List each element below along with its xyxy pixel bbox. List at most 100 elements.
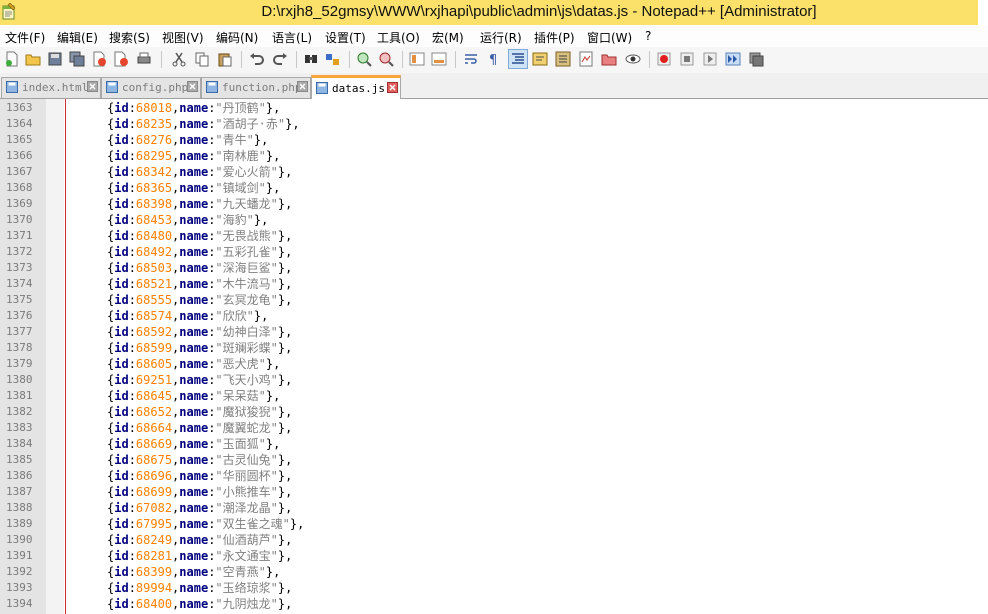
sync-vertical-icon[interactable] [408,50,426,68]
property-key: id [114,229,129,243]
code-text: {id:67995,name:"双生雀之魂"}, [107,516,304,532]
close-icon[interactable] [90,50,108,68]
menu-view[interactable]: 视图(V) [162,29,204,46]
tab-close-icon[interactable] [187,81,198,92]
code-line: 1382 {id:68652,name:"魔狱狻猊"}, [0,404,988,420]
string-quote: " [215,501,223,515]
menu-window[interactable]: 窗口(W) [587,29,632,46]
tab-datas-js[interactable]: datas.js [311,75,401,101]
id-value: 68480 [135,229,173,243]
id-value: 68398 [135,197,173,211]
code-punct: : [128,117,136,131]
redo-icon[interactable] [271,50,289,68]
menu-plugins[interactable]: 插件(P) [534,29,575,46]
menu-tools[interactable]: 工具(O) [377,29,420,46]
string-quote: " [246,213,254,227]
id-value: 68699 [135,485,173,499]
property-key: name [179,181,209,195]
code-text: {id:68592,name:"幼神白泽"}, [107,324,292,340]
menu-search[interactable]: 搜索(S) [109,29,150,46]
cut-icon[interactable] [170,50,188,68]
show-all-chars-icon[interactable]: ¶ [485,50,503,68]
paste-icon[interactable] [216,50,234,68]
function-list-icon[interactable] [554,50,572,68]
property-key: name [179,485,209,499]
indent-guide-icon[interactable] [508,49,528,69]
code-punct: }, [277,261,293,275]
print-icon[interactable] [135,50,153,68]
save-all-icon[interactable] [68,50,86,68]
line-number: 1376 [6,309,33,322]
property-key: id [114,117,129,131]
tab-close-icon[interactable] [387,82,398,93]
record-macro-icon[interactable] [655,50,673,68]
line-number: 1391 [6,549,33,562]
document-map-icon[interactable] [577,50,595,68]
id-value: 68664 [135,421,173,435]
property-key: name [179,133,209,147]
sync-horizontal-icon[interactable] [430,50,448,68]
stop-macro-icon[interactable] [678,50,696,68]
property-key: id [114,165,129,179]
name-value: 小熊推车 [222,485,271,499]
find-icon[interactable] [302,50,320,68]
menu-file[interactable]: 文件(F) [5,29,45,46]
tab-close-icon[interactable] [87,81,98,92]
undo-icon[interactable] [248,50,266,68]
menu-run[interactable]: 运行(R) [480,29,522,46]
replace-icon[interactable] [324,50,342,68]
code-text: {id:68492,name:"五彩孔雀"}, [107,244,292,260]
folder-workspace-icon[interactable] [600,50,618,68]
zoom-in-icon[interactable] [355,50,373,68]
code-punct: : [128,229,136,243]
property-key: id [114,453,129,467]
line-number: 1375 [6,293,33,306]
id-value: 89994 [135,581,173,595]
close-all-icon[interactable] [112,50,130,68]
code-punct: }, [277,453,293,467]
code-punct: : [128,405,136,419]
name-value: 玉络琼浆 [222,581,271,595]
menu-encoding[interactable]: 编码(N) [216,29,258,46]
code-punct: : [128,325,136,339]
save-icon[interactable] [46,50,64,68]
string-quote: " [215,597,223,611]
id-value: 68399 [135,565,173,579]
id-value: 68696 [135,469,173,483]
zoom-out-icon[interactable] [377,50,395,68]
string-quote: " [215,549,223,563]
language-icon[interactable] [531,50,549,68]
name-value: 魔狱狻猊 [222,405,271,419]
tab-index-html[interactable]: index.html [1,77,101,98]
word-wrap-icon[interactable] [462,50,480,68]
tab-function-php[interactable]: function.php [201,77,311,98]
code-text: {id:68018,name:"丹顶鹤"}, [107,100,280,116]
menu-language[interactable]: 语言(L) [272,29,312,46]
code-line: 1367 {id:68342,name:"爱心火箭"}, [0,164,988,180]
code-text: {id:68503,name:"深海巨鲨"}, [107,260,292,276]
monitor-icon[interactable] [624,50,642,68]
code-text: {id:68399,name:"空青燕"}, [107,564,280,580]
menu-macro[interactable]: 宏(M) [432,29,464,46]
code-line: 1388 {id:67082,name:"潮泽龙晶"}, [0,500,988,516]
tab-close-icon[interactable] [297,81,308,92]
string-quote: " [270,341,278,355]
tab-config-php[interactable]: config.php [101,77,201,98]
new-file-icon[interactable] [3,50,21,68]
code-punct: }, [277,293,293,307]
string-quote: " [215,485,223,499]
save-macro-icon[interactable] [747,50,765,68]
run-macro-multiple-icon[interactable] [724,50,742,68]
title-bar[interactable]: D:\rxjh8_52gmsy\WWW\rxjhapi\public\admin… [0,0,988,25]
copy-icon[interactable] [193,50,211,68]
open-file-icon[interactable] [24,50,42,68]
name-value: 仙酒葫芦 [222,533,271,547]
code-line: 1365 {id:68276,name:"青牛"}, [0,132,988,148]
code-editor[interactable]: 1363 {id:68018,name:"丹顶鹤"}, 1364 {id:68235,… [0,99,988,614]
name-value: 玉面狐 [222,437,259,451]
menu-help[interactable]: ? [645,29,651,43]
play-macro-icon[interactable] [701,50,719,68]
code-punct: : [128,293,136,307]
menu-settings[interactable]: 设置(T) [325,29,366,46]
menu-edit[interactable]: 编辑(E) [57,29,98,46]
